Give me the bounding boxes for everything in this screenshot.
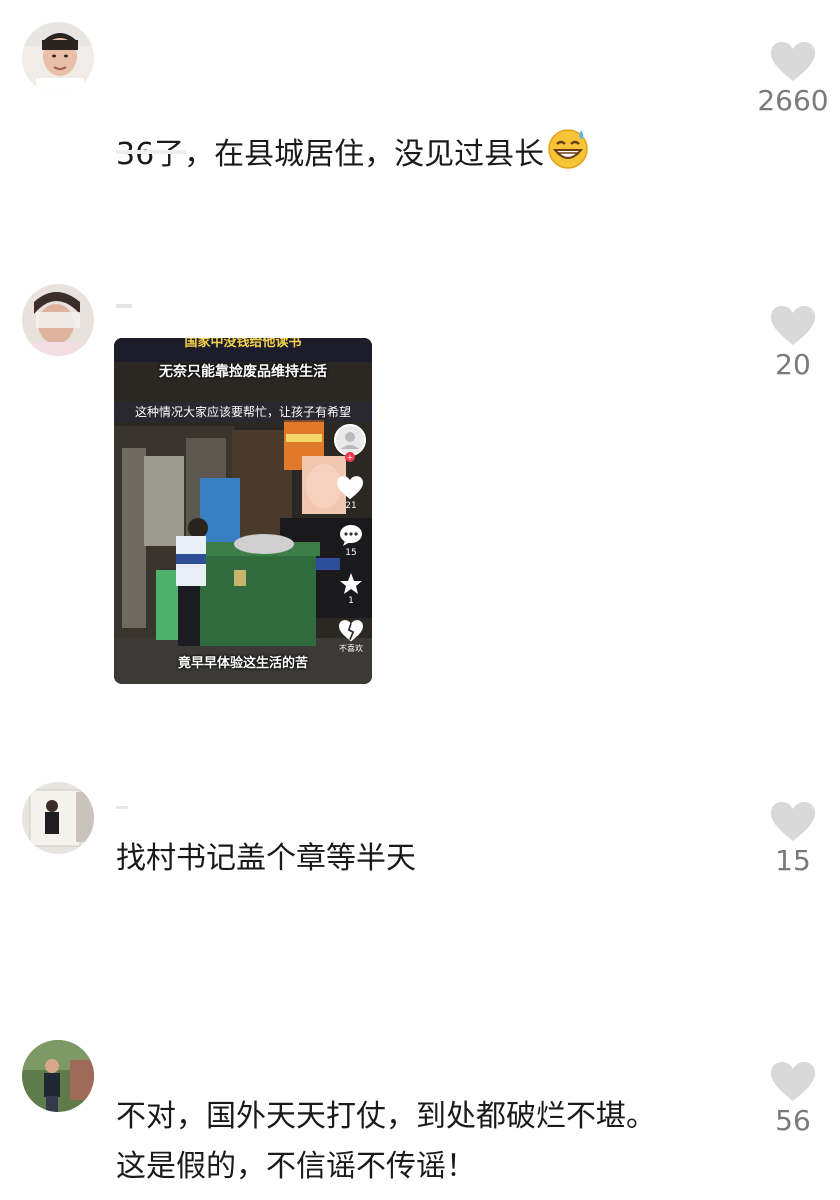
comment-body: 36了，在县城居住，没见过县长 [116,137,545,172]
comment-feed: 36了，在县城居住，没见过县长 2660 国家中没钱给他读书 无奈只能靠捡废品维… [0,0,840,1200]
avatar[interactable] [22,1040,94,1112]
video-top-caption: 国家中没钱给他读书 [114,338,372,362]
like-button[interactable]: 2660 [738,42,840,117]
video-thumbnail[interactable]: 国家中没钱给他读书 无奈只能靠捡废品维持生活 这种情况大家应该要帮忙，让孩子有希… [114,338,372,684]
street-scene-image [114,338,372,684]
heart-icon [771,1062,815,1101]
video-like-count: 21 [345,501,357,511]
heart-icon [771,42,815,81]
comment-text: 36了，在县城居住，没见过县长 [116,76,590,186]
comment-text: 找村书记盖个章等半天 [116,841,416,876]
video-dislike-icon [339,620,363,642]
like-button[interactable]: 56 [738,1062,840,1137]
like-button[interactable]: 15 [738,802,840,877]
like-button[interactable]: 20 [738,306,840,381]
comment-text: 不对，国外天天打仗，到处都破烂不堪。 这是假的，不信谣不传谣！ [116,1099,656,1184]
video-comment-icon [340,525,362,546]
divider [116,150,186,154]
grinning-sweat-emoji-icon [546,126,590,186]
username-placeholder [116,304,132,308]
comment-item: 不对，国外天天打仗，到处都破烂不堪。 这是假的，不信谣不传谣！ 56 [0,1020,840,1200]
like-count: 15 [775,844,811,877]
like-count: 2660 [757,84,829,117]
video-banner-text: 这种情况大家应该要帮忙，让孩子有希望 [114,402,372,422]
heart-icon [771,306,815,345]
comment-item: 36了，在县城居住，没见过县长 2660 [0,0,840,260]
like-count: 20 [775,348,811,381]
video-comment-count: 15 [345,548,357,558]
like-count: 56 [775,1104,811,1137]
video-heart-icon [337,476,363,500]
svg-text:+: + [347,453,354,462]
comment-item: 国家中没钱给他读书 无奈只能靠捡废品维持生活 这种情况大家应该要帮忙，让孩子有希… [0,260,840,760]
avatar[interactable] [22,782,94,854]
avatar[interactable] [22,284,94,356]
video-avatar-icon: + [334,424,366,462]
video-dislike-label: 不喜欢 [339,644,363,653]
username-placeholder [116,806,128,809]
video-star-count: 1 [348,596,354,606]
comment-item: 找村书记盖个章等半天 15 [0,760,840,1020]
video-caption: 无奈只能靠捡废品维持生活 [159,364,327,380]
video-star-icon [340,573,362,594]
heart-icon [771,802,815,841]
video-bottom-caption: 竟早早体验这生活的苦 [177,656,308,671]
avatar[interactable] [22,22,94,94]
